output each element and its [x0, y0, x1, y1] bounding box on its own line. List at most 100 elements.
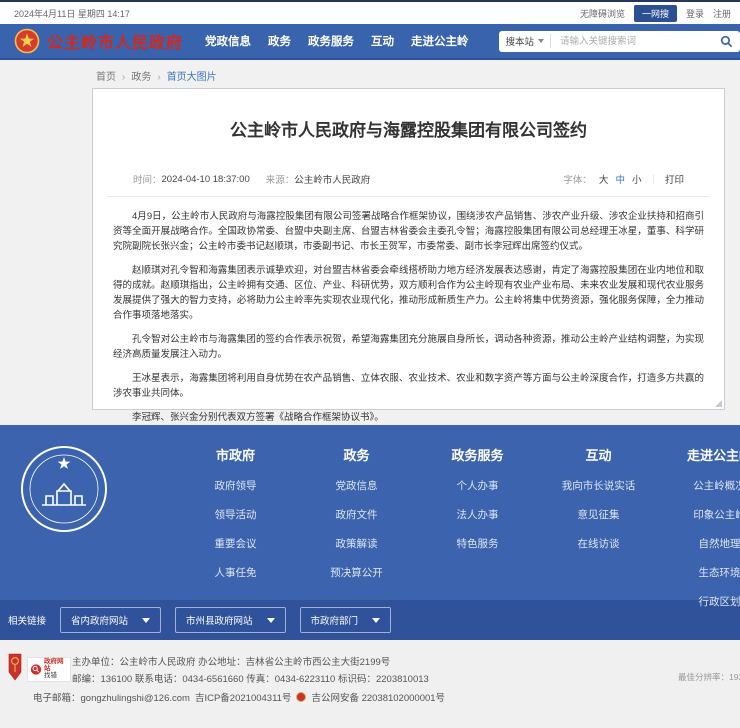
font-size-label: 字体：: [563, 172, 592, 186]
footer-link[interactable]: 意见征集: [538, 507, 659, 522]
nav-party-info[interactable]: 党政信息: [205, 33, 251, 49]
article-card: 公主岭市人民政府与海露控股集团有限公司签约 时间： 2024-04-10 18:…: [92, 88, 725, 410]
email-icp-line: 电子邮箱：gongzhulingshi@126.com 吉ICP备2021004…: [33, 690, 445, 704]
national-emblem-icon: [14, 28, 40, 54]
email-text: 电子邮箱：gongzhulingshi@126.com: [33, 690, 190, 704]
footer-link[interactable]: 生态环境: [659, 565, 740, 580]
footer: 市政府 政府领导 领导活动 重要会议 人事任免 政务 党政信息 政府文件 政策解…: [0, 425, 740, 600]
accessibility-link[interactable]: 无障碍浏览: [580, 7, 625, 20]
breadcrumb: 首页政务首页大图片: [0, 60, 740, 88]
footer-link[interactable]: 个人办事: [417, 478, 538, 493]
departments-dropdown[interactable]: 市政府部门: [300, 607, 392, 633]
error-badge-line2: 找错: [44, 673, 68, 680]
footer-link[interactable]: 我向市长说实话: [538, 478, 659, 493]
police-badge-icon: [296, 692, 306, 702]
chevron-down-icon: [538, 39, 544, 43]
related-links-label: 相关链接: [8, 613, 46, 627]
search-input[interactable]: [558, 35, 720, 48]
paragraph: 孔令智对公主岭市与海露集团的签约合作表示祝贺，希望海露集团充分施展自身所长，调动…: [113, 332, 704, 362]
site-header: 公主岭市人民政府 党政信息 政务 政务服务 互动 走进公主岭 搜本站: [0, 24, 740, 60]
footer-columns: 市政府 政府领导 领导活动 重要会议 人事任免 政务 党政信息 政府文件 政策解…: [175, 445, 740, 609]
search-button[interactable]: [720, 35, 733, 48]
top-utility-bar: 2024年4月11日 星期四 14:17 无障碍浏览 一网搜 登录 注册 中国政…: [0, 2, 740, 24]
search-scope-dropdown[interactable]: 搜本站: [506, 34, 552, 48]
county-sites-dropdown[interactable]: 市州县政府网站: [175, 607, 286, 633]
register-link[interactable]: 注册: [713, 7, 731, 20]
footer-link[interactable]: 政府领导: [175, 478, 296, 493]
icp-link[interactable]: 吉ICP备2021004311号: [195, 690, 291, 704]
footer-link[interactable]: 重要会议: [175, 536, 296, 551]
divider: ｜: [648, 172, 658, 186]
footer-link[interactable]: 人事任免: [175, 565, 296, 580]
breadcrumb-zhengwu[interactable]: 政务: [131, 72, 166, 83]
footer-link[interactable]: 行政区划: [659, 594, 740, 609]
paragraph: 赵顺琪对孔令智和海露集团表示诚挚欢迎，对台盟吉林省委会牵线搭桥助力地方经济发展表…: [113, 263, 704, 323]
error-badge-text: 政府网站 找错: [44, 659, 68, 680]
nav-government[interactable]: 政务: [268, 33, 291, 49]
dropdown-label: 省内政府网站: [71, 613, 128, 627]
article-meta: 时间： 2024-04-10 18:37:00 来源： 公主岭市人民政府 字体：…: [107, 172, 710, 197]
footer-col-interaction: 互动 我向市长说实话 意见征集 在线访谈: [538, 445, 659, 609]
error-magnifier-icon: [30, 663, 42, 676]
main-nav: 党政信息 政务 政务服务 互动 走进公主岭: [205, 33, 469, 49]
resolution-note: 最佳分辨率：1920*1080: [678, 671, 740, 683]
dropdown-label: 市州县政府网站: [186, 613, 253, 627]
footer-col-title[interactable]: 走进公主岭: [659, 445, 740, 464]
nav-interaction[interactable]: 互动: [371, 33, 394, 49]
breadcrumb-current: 首页大图片: [167, 72, 217, 83]
dropdown-arrow-icon: [267, 618, 275, 623]
footer-col-title[interactable]: 政务: [296, 445, 417, 464]
footer-link[interactable]: 领导活动: [175, 507, 296, 522]
footer-col-title[interactable]: 政务服务: [417, 445, 538, 464]
footer-col-city-gov: 市政府 政府领导 领导活动 重要会议 人事任免: [175, 445, 296, 609]
footer-col-services: 政务服务 个人办事 法人办事 特色服务: [417, 445, 538, 609]
font-small-button[interactable]: 小: [632, 172, 642, 186]
footer-link[interactable]: 在线访谈: [538, 536, 659, 551]
paragraph: 王冰星表示，海露集团将利用自身优势在农产品销售、立体农服、农业技术、农业和数字资…: [113, 371, 704, 401]
search-icon: [720, 35, 733, 48]
site-title: 公主岭市人民政府: [47, 29, 183, 53]
time-value: 2024-04-10 18:37:00: [162, 174, 250, 185]
dropdown-arrow-icon: [142, 618, 150, 623]
contact-line: 邮编：136100 联系电话：0434-6561660 传真：0434-6223…: [72, 671, 429, 685]
footer-emblem-icon: [18, 443, 110, 535]
footer-link[interactable]: 政策解读: [296, 536, 417, 551]
police-record-link[interactable]: 吉公网安备 22038102000001号: [311, 690, 445, 704]
footer-link[interactable]: 预决算公开: [296, 565, 417, 580]
dropdown-label: 市政府部门: [311, 613, 359, 627]
search-scope-label: 搜本站: [506, 34, 535, 48]
site-error-badge[interactable]: 政府网站 找错: [27, 657, 71, 682]
footer-col-title[interactable]: 市政府: [175, 445, 296, 464]
footer-link[interactable]: 印象公主岭: [659, 507, 740, 522]
yiwangsou-button[interactable]: 一网搜: [634, 5, 677, 22]
footer-col-title[interactable]: 互动: [538, 445, 659, 464]
datetime-text: 2024年4月11日 星期四 14:17: [14, 7, 130, 20]
footer-col-about: 走进公主岭 公主岭概况 印象公主岭 自然地理 生态环境 行政区划: [659, 445, 740, 609]
font-medium-button[interactable]: 中: [615, 172, 625, 186]
article-tools: 字体： 大 中 小 ｜ 打印: [563, 172, 684, 186]
search-box: 搜本站: [499, 31, 740, 52]
login-link[interactable]: 登录: [686, 7, 704, 20]
footer-link[interactable]: 特色服务: [417, 536, 538, 551]
article-title: 公主岭市人民政府与海露控股集团有限公司签约: [93, 116, 724, 141]
dropdown-arrow-icon: [372, 618, 380, 623]
resize-handle-icon[interactable]: [715, 400, 722, 407]
breadcrumb-home[interactable]: 首页: [96, 72, 131, 83]
footer-link[interactable]: 党政信息: [296, 478, 417, 493]
footer-link[interactable]: 政府文件: [296, 507, 417, 522]
footer-link[interactable]: 自然地理: [659, 536, 740, 551]
nav-services[interactable]: 政务服务: [308, 33, 354, 49]
print-button[interactable]: 打印: [665, 172, 684, 186]
nav-about-city[interactable]: 走进公主岭: [411, 33, 469, 49]
time-label: 时间：: [133, 172, 162, 186]
topbar-links: 无障碍浏览 一网搜 登录 注册 中国政府网: [580, 2, 740, 24]
article-body: 4月9日，公主岭市人民政府与海露控股集团有限公司签署战略合作框架协议，围绕涉农产…: [93, 197, 724, 425]
provincial-sites-dropdown[interactable]: 省内政府网站: [60, 607, 161, 633]
footer-link[interactable]: 公主岭概况: [659, 478, 740, 493]
gov-badge-icon[interactable]: [8, 653, 22, 681]
font-large-button[interactable]: 大: [599, 172, 609, 186]
paragraph: 4月9日，公主岭市人民政府与海露控股集团有限公司签署战略合作框架协议，围绕涉农产…: [113, 209, 704, 254]
bottom-info-bar: 政府网站 找错 主办单位：公主岭市人民政府 办公地址：吉林省公主岭市西公主大街2…: [0, 640, 740, 728]
host-address-line: 主办单位：公主岭市人民政府 办公地址：吉林省公主岭市西公主大街2199号: [72, 654, 390, 668]
footer-link[interactable]: 法人办事: [417, 507, 538, 522]
